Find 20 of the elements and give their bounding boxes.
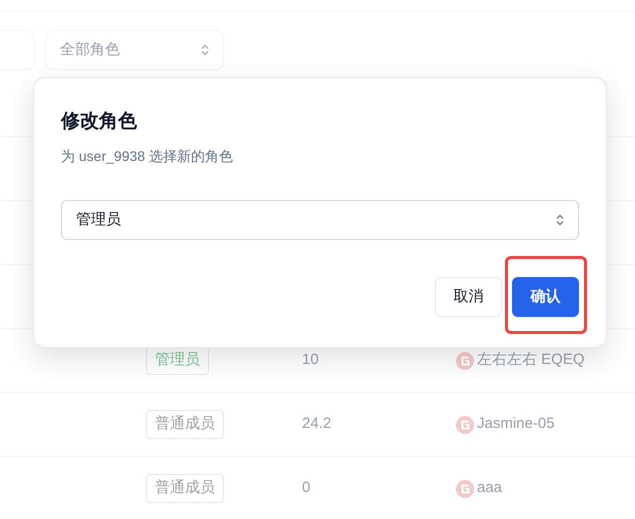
user-name: Jasmine-05 (477, 414, 555, 434)
chevron-updown-icon (556, 214, 564, 226)
amount-text: 24.2 (302, 414, 332, 434)
logo-icon (456, 352, 474, 370)
user-name: aaa (477, 478, 502, 498)
amount-text: 10 (302, 350, 319, 370)
select-value: 管理员 (76, 210, 121, 230)
chevron-updown-icon (201, 44, 209, 56)
cancel-button[interactable]: 取消 (435, 277, 502, 317)
confirm-button[interactable]: 确认 (512, 277, 579, 317)
amount-text: 0 (302, 478, 310, 498)
logo-icon (456, 416, 474, 434)
dialog-title: 修改角色 (61, 110, 137, 134)
role-tag: 普通成员 (146, 410, 224, 439)
dialog-description: 为 user_9938 选择新的角色 (61, 147, 233, 166)
logo-icon (456, 480, 474, 498)
role-select[interactable]: 管理员 (61, 200, 579, 240)
user-name: 左右左右 EQEQ (477, 350, 585, 370)
role-tag: 普通成员 (146, 474, 224, 503)
select-placeholder: 全部角色 (60, 40, 120, 60)
